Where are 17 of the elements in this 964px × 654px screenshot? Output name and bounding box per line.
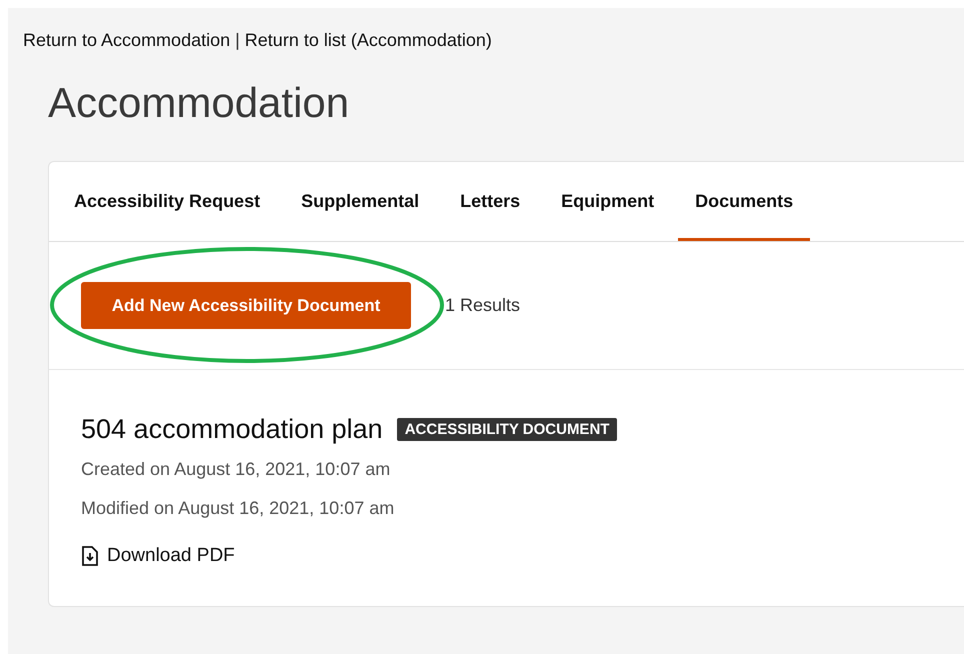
page-title: Accommodation <box>48 79 350 127</box>
breadcrumb-link[interactable]: Return to list (Accommodation) <box>244 30 492 51</box>
document-title: 504 accommodation plan <box>81 414 383 445</box>
tab[interactable]: Accessibility Request <box>57 162 278 241</box>
add-document-button[interactable]: Add New Accessibility Document <box>81 282 411 329</box>
tab[interactable]: Equipment <box>544 162 672 241</box>
document-type-tag: ACCESSIBILITY DOCUMENT <box>396 418 618 441</box>
result-count: 1 Results <box>445 295 520 316</box>
download-link[interactable]: Download PDF <box>81 545 235 567</box>
modified-date: Modified on August 16, 2021, 10:07 am <box>81 498 396 519</box>
tab[interactable]: Letters <box>443 162 538 241</box>
breadcrumb-separator: | <box>235 30 240 51</box>
file-download-icon <box>81 546 99 566</box>
tab[interactable]: Documents <box>678 162 810 241</box>
tab[interactable]: Supplemental <box>284 162 436 241</box>
created-date: Created on August 16, 2021, 10:07 am <box>81 459 392 480</box>
breadcrumb-link[interactable]: Return to Accommodation <box>23 30 230 51</box>
